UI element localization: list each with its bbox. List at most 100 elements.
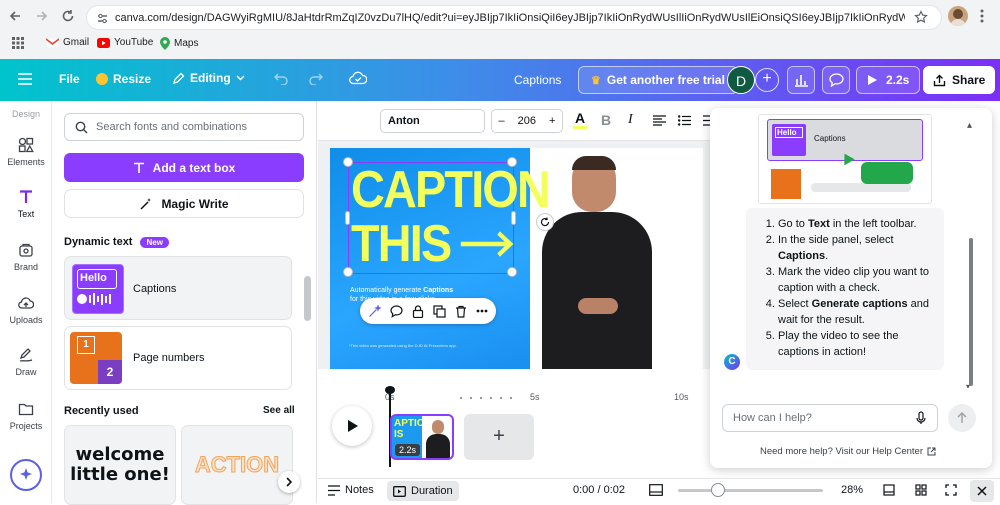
captions-option[interactable]: Hello Captions: [64, 256, 292, 320]
bookmark-youtube[interactable]: YouTube: [97, 37, 153, 48]
user-avatar[interactable]: D: [727, 66, 755, 94]
bullet-list-icon[interactable]: [678, 115, 691, 126]
apps-grid-icon[interactable]: [12, 37, 24, 49]
resize-handle[interactable]: [343, 267, 353, 277]
panel-scrollbar[interactable]: [304, 276, 311, 321]
zoom-slider-thumb[interactable]: [711, 483, 725, 497]
zoom-level[interactable]: 28%: [841, 484, 863, 496]
site-info-icon[interactable]: [96, 12, 109, 25]
recent-next-button[interactable]: [278, 471, 300, 493]
menu-hamburger-icon[interactable]: [18, 73, 32, 85]
rail-item-elements[interactable]: Elements: [0, 137, 52, 167]
increase-size-button[interactable]: +: [549, 115, 555, 127]
add-people-button[interactable]: +: [755, 68, 779, 92]
rail-item-projects[interactable]: Projects: [0, 401, 52, 431]
add-page-button[interactable]: +: [464, 414, 534, 460]
recent-text-action[interactable]: ACTION: [181, 425, 293, 505]
recently-used-heading: Recently used: [64, 405, 139, 417]
profile-avatar[interactable]: [948, 6, 968, 26]
resize-handle[interactable]: [507, 157, 517, 167]
bold-button[interactable]: B: [601, 112, 611, 128]
back-icon[interactable]: [8, 9, 22, 23]
insights-button[interactable]: [787, 66, 815, 94]
align-left-icon[interactable]: [653, 115, 666, 126]
resize-button[interactable]: Resize: [96, 72, 151, 86]
grid-pages-icon[interactable]: [915, 484, 927, 496]
design-title[interactable]: Captions: [514, 73, 561, 87]
share-button[interactable]: Share: [923, 66, 996, 94]
rail-item-brand[interactable]: Brand: [0, 242, 52, 272]
rotate-handle[interactable]: [536, 213, 554, 231]
close-help-button[interactable]: [970, 480, 994, 502]
timeline-clip[interactable]: APTION IS 2.2s: [390, 414, 454, 460]
italic-button[interactable]: I: [628, 112, 633, 128]
help-scrollbar[interactable]: [969, 238, 973, 386]
audio-wave-icon: [77, 293, 123, 305]
help-preview-image: Hello Captions: [758, 114, 932, 204]
forward-icon[interactable]: [35, 9, 49, 23]
new-badge: New: [140, 236, 169, 248]
bookmark-gmail[interactable]: Gmail: [46, 37, 89, 48]
decrease-size-button[interactable]: –: [499, 115, 505, 127]
comment-add-icon: [390, 304, 403, 318]
present-button[interactable]: 2.2s: [856, 66, 921, 94]
page-view-icon[interactable]: [883, 484, 895, 496]
resize-handle[interactable]: [343, 157, 353, 167]
rail-item-draw[interactable]: Draw: [0, 347, 52, 377]
page-numbers-option[interactable]: 1 2 Page numbers: [64, 326, 292, 390]
cloud-save-icon[interactable]: [349, 71, 367, 85]
crown-icon: [96, 73, 108, 85]
free-trial-button[interactable]: ♛ Get another free trial: [578, 66, 738, 94]
redo-icon[interactable]: [308, 72, 323, 85]
design-canvas[interactable]: CAPTION THIS Automatically generate Capt…: [330, 148, 703, 369]
zoom-slider-track[interactable]: [678, 489, 823, 492]
rail-item-uploads[interactable]: Uploads: [0, 295, 52, 325]
video-frame[interactable]: [530, 148, 703, 369]
magic-assistant-button[interactable]: [10, 459, 42, 491]
font-family-select[interactable]: Anton: [380, 109, 485, 133]
canvas-footnote: *This video was generated using the D-ID…: [349, 343, 457, 348]
editing-mode-button[interactable]: Editing: [172, 71, 245, 85]
recent-text-welcome[interactable]: welcome little one!: [64, 425, 176, 505]
help-question-input[interactable]: How can I help?: [722, 404, 938, 432]
text-color-button[interactable]: A: [573, 110, 587, 129]
side-handle[interactable]: [345, 211, 350, 225]
see-all-link[interactable]: See all: [263, 405, 295, 416]
timeline-play-button[interactable]: [332, 406, 372, 446]
fullscreen-icon[interactable]: [945, 484, 957, 496]
reload-icon[interactable]: [61, 9, 75, 23]
font-size-value[interactable]: 206: [518, 115, 536, 127]
rail-item-text[interactable]: Text: [0, 189, 52, 219]
bookmark-star-icon[interactable]: [914, 10, 928, 24]
assistant-avatar: C: [724, 354, 740, 370]
browser-chrome: canva.com/design/DAGWyiRgMIU/8JaHtdrRmZq…: [0, 0, 1000, 59]
clip-duration-badge: 2.2s: [395, 444, 421, 456]
bookmark-maps[interactable]: Maps: [160, 37, 198, 50]
font-search-box[interactable]: Search fonts and combinations: [64, 113, 304, 141]
microphone-icon[interactable]: [916, 411, 926, 425]
search-placeholder: Search fonts and combinations: [96, 121, 248, 133]
notes-button[interactable]: Notes: [328, 484, 374, 496]
help-scroll-up[interactable]: ▴: [967, 120, 972, 131]
playhead-knob[interactable]: [385, 386, 395, 394]
help-center-link[interactable]: Need more help? Visit our Help Center: [760, 446, 936, 457]
undo-icon[interactable]: [274, 72, 289, 85]
grid-view-icon[interactable]: [649, 484, 663, 496]
duration-button[interactable]: Duration: [387, 481, 459, 501]
comments-button[interactable]: [822, 66, 850, 94]
send-message-button[interactable]: [948, 404, 976, 432]
add-text-box-button[interactable]: Add a text box: [64, 153, 304, 182]
resize-handle[interactable]: [507, 267, 517, 277]
help-step: In the side panel, select Captions.: [778, 232, 936, 264]
side-handle[interactable]: [511, 211, 516, 225]
selected-text-frame[interactable]: CAPTION THIS: [343, 157, 551, 277]
browser-menu-icon[interactable]: [980, 8, 984, 24]
address-bar[interactable]: canva.com/design/DAGWyiRgMIU/8JaHtdrRmZq…: [86, 5, 942, 30]
help-message-bubble: Go to Text in the left toolbar. In the s…: [746, 208, 944, 370]
magic-write-button[interactable]: Magic Write: [64, 189, 304, 218]
rail-item-design[interactable]: Design: [0, 109, 52, 119]
text-t-icon: [133, 162, 144, 173]
help-step: Go to Text in the left toolbar.: [778, 216, 936, 232]
file-menu[interactable]: File: [59, 72, 80, 86]
duplicate-icon: [433, 304, 446, 318]
